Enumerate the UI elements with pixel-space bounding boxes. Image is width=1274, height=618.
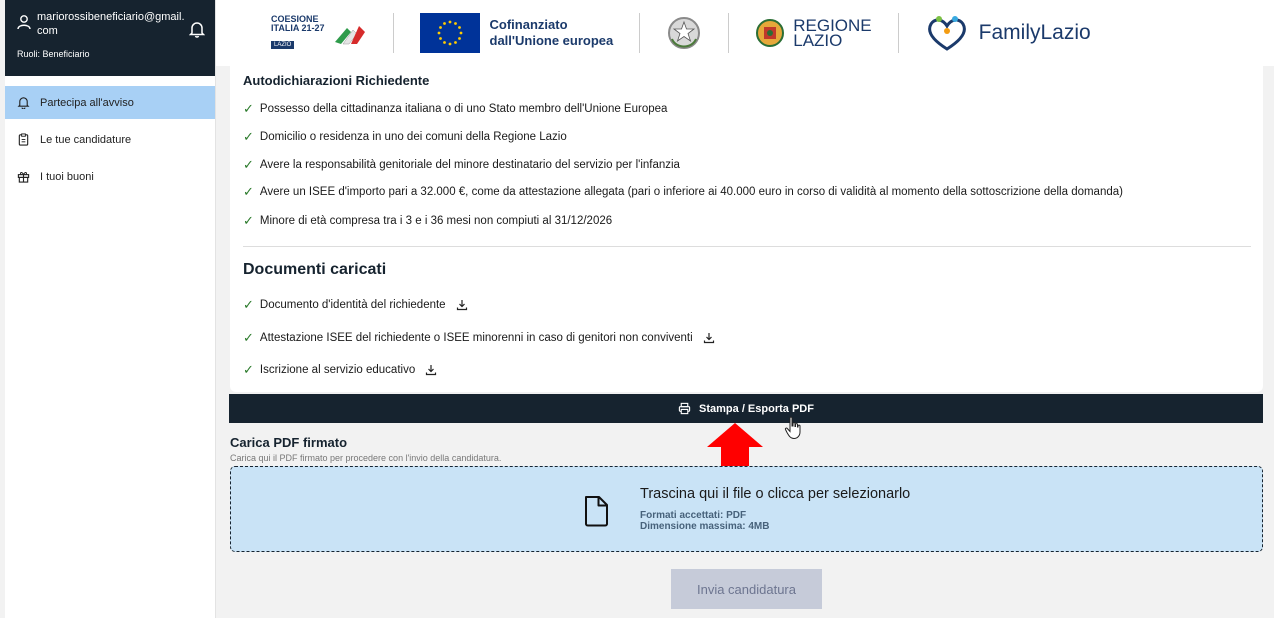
upload-title: Carica PDF firmato [230,435,348,450]
user-roles: Ruoli: Beneficiario [17,49,90,59]
eu-logo: Cofinanziato dall'Unione europea [419,13,614,53]
regione-text-line2: LAZIO [793,31,843,50]
bell-icon [17,97,30,109]
coesione-arrows-icon [334,26,365,45]
document-item: ✓ Attestazione ISEE del richiedente o IS… [243,330,715,346]
header-logos: COESIONE ITALIA 21-27 LAZIO Cofinanziato… [216,0,1274,66]
print-export-button[interactable]: Stampa / Esporta PDF [229,394,1263,423]
autodichiarazione-item: ✓ Minore di età compresa tra i 3 e i 36 … [243,213,612,229]
header-divider [392,13,394,53]
autodichiarazione-text: Possesso della cittadinanza italiana o d… [259,103,668,115]
max-size: Dimensione massima: 4MB [640,521,770,532]
document-name: Iscrizione al servizio educativo [259,364,416,376]
sidebar: mariorossibeneficiario@gmail.com Ruoli: … [5,0,216,618]
sidebar-item-label: Partecipa all'avviso [40,96,134,109]
dropzone-label: Trascina qui il file o clicca per selezi… [640,486,911,502]
eu-text-line2: dall'Unione europea [489,33,614,48]
autodichiarazione-item: ✓ Avere un ISEE d'importo pari a 32.000 … [243,184,1123,200]
checkmark-icon: ✓ [243,157,254,172]
document-item: ✓ Iscrizione al servizio educativo [243,362,437,378]
coesione-line2: ITALIA 21-27 [271,23,325,33]
user-icon [17,15,31,30]
download-icon[interactable] [456,299,468,311]
download-icon[interactable] [703,332,715,344]
annotation-arrow-icon [707,423,763,468]
coesione-italia-logo: COESIONE ITALIA 21-27 LAZIO [271,15,367,51]
accepted-formats: Formati accettati: PDF [640,510,747,521]
sidebar-item-partecipa[interactable]: Partecipa all'avviso [5,86,215,119]
submit-button[interactable]: Invia candidatura [671,569,822,609]
document-item: ✓ Documento d'identità del richiedente [243,297,468,313]
coesione-badge: LAZIO [271,41,295,49]
notification-bell-icon[interactable] [189,20,205,38]
familylazio-logo: FamilyLazio [925,13,1091,53]
autodichiarazione-text: Avere la responsabilità genitoriale del … [259,159,680,171]
summary-card: Autodichiarazioni Richiedente ✓ Possesso… [230,66,1263,392]
document-name: Attestazione ISEE del richiedente o ISEE… [259,332,693,344]
print-export-label: Stampa / Esporta PDF [699,402,814,415]
autodichiarazione-item: ✓ Possesso della cittadinanza italiana o… [243,101,667,117]
hand-cursor-icon [784,416,801,440]
user-email: mariorossibeneficiario@gmail.com [37,11,185,37]
sidebar-item-label: I tuoi buoni [40,170,94,183]
autodichiarazione-item: ✓ Avere la responsabilità genitoriale de… [243,157,680,173]
regione-lazio-logo: REGIONE LAZIO [755,17,872,50]
documenti-title: Documenti caricati [243,261,387,278]
autodichiarazioni-title: Autodichiarazioni Richiedente [243,73,430,88]
sidebar-item-candidature[interactable]: Le tue candidature [5,123,215,156]
printer-icon [678,402,691,415]
sidebar-item-label: Le tue candidature [40,133,132,146]
checkmark-icon: ✓ [243,297,254,312]
file-icon [585,496,608,527]
document-name: Documento d'identità del richiedente [259,299,446,311]
sidebar-nav: Partecipa all'avviso Le tue candidature … [5,86,215,193]
file-dropzone[interactable]: Trascina qui il file o clicca per selezi… [230,466,1263,552]
user-panel: mariorossibeneficiario@gmail.com Ruoli: … [5,0,215,76]
checkmark-icon: ✓ [243,129,254,144]
sidebar-item-buoni[interactable]: I tuoi buoni [5,160,215,193]
autodichiarazione-item: ✓ Domicilio o residenza in uno dei comun… [243,129,567,145]
autodichiarazione-text: Minore di età compresa tra i 3 e i 36 me… [259,215,613,227]
eu-flag-icon [419,13,480,53]
family-heart-icon [927,16,966,51]
italian-republic-emblem-icon [668,17,701,49]
autodichiarazione-text: Avere un ISEE d'importo pari a 32.000 €,… [259,186,1123,198]
gift-icon [17,172,30,183]
eu-text-line1: Cofinanziato [489,17,568,32]
upload-help-text: Carica qui il PDF firmato per procedere … [230,453,502,463]
autodichiarazione-text: Domicilio o residenza in uno dei comuni … [259,131,567,143]
checkmark-icon: ✓ [243,362,254,377]
header-divider [639,13,641,53]
app: mariorossibeneficiario@gmail.com Ruoli: … [0,0,1274,618]
regione-crest-icon [756,19,785,47]
dropzone-constraints: Formati accettati: PDF Dimensione massim… [640,510,770,532]
clipboard-icon [18,133,29,146]
checkmark-icon: ✓ [243,184,254,199]
checkmark-icon: ✓ [243,330,254,345]
header-divider [728,13,730,53]
checkmark-icon: ✓ [243,101,254,116]
download-icon[interactable] [425,364,437,376]
checkmark-icon: ✓ [243,213,254,228]
header-divider [897,13,899,53]
familylazio-text: FamilyLazio [978,21,1091,44]
section-divider [243,246,1251,247]
